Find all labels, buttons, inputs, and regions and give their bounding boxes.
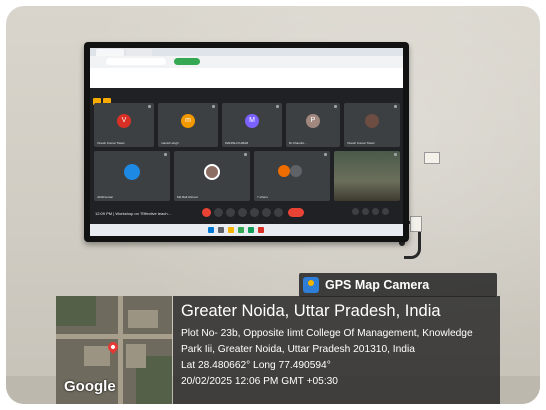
- address-line-2: Park Iii, Greater Noida, Uttar Pradesh 2…: [181, 344, 415, 355]
- participant-name: MANISH KUMAR: [225, 141, 249, 145]
- location-stamp: Google Greater Noida, Uttar Pradesh, Ind…: [56, 296, 502, 404]
- url-chip: [174, 58, 200, 65]
- datetime: 20/02/2025 12:06 PM GMT +05:30: [181, 376, 338, 387]
- pin-icon: [394, 153, 397, 156]
- participant-tile: Vinesh Kumar Tiwari: [344, 103, 400, 147]
- people-icon: [362, 208, 369, 215]
- pin-icon: [148, 105, 151, 108]
- map-building: [128, 310, 158, 328]
- start-icon: [208, 227, 214, 233]
- activities-icon: [382, 208, 389, 215]
- map-road: [118, 296, 123, 404]
- wall-socket-lower: [410, 216, 422, 232]
- browser-tab: [96, 49, 124, 56]
- page-banner: [90, 68, 403, 88]
- info-icon: [352, 208, 359, 215]
- badge-label: GPS Map Camera: [325, 278, 430, 292]
- more-options-icon: [274, 208, 283, 217]
- participant-name: Dr.Chandni...: [289, 141, 307, 145]
- participant-name: Vinesh Kumar Tiwari: [97, 141, 125, 145]
- meeting-info: 12:09 PM | Workshop on "Effective teach.…: [95, 211, 171, 216]
- participant-avatar: V: [117, 114, 131, 128]
- chrome-icon: [238, 227, 244, 233]
- participant-name: manish singh: [161, 141, 179, 145]
- address-bar: [106, 58, 166, 65]
- pin-icon: [394, 105, 397, 108]
- pin-icon: [324, 153, 327, 156]
- participant-tile: 7 others: [254, 151, 330, 201]
- pin-icon: [164, 153, 167, 156]
- tv-screen: V Vinesh Kumar Tiwari m manish singh M M…: [90, 48, 403, 236]
- browser-tab: [126, 49, 152, 56]
- participant-avatar: P: [306, 114, 320, 128]
- location-info-box: Greater Noida, Uttar Pradesh, India Plot…: [173, 296, 500, 404]
- gps-camera-badge: GPS Map Camera: [299, 273, 497, 297]
- participant-video-classroom: [334, 151, 400, 201]
- folder-icon: [228, 227, 234, 233]
- chat-icon: [372, 208, 379, 215]
- pin-icon: [334, 105, 337, 108]
- participant-avatar: M: [245, 114, 259, 128]
- wall-socket: [424, 152, 440, 164]
- captions-icon: [226, 208, 235, 217]
- address-line-1: Plot No- 23b, Opposite Iimt College Of M…: [181, 328, 473, 339]
- end-call-icon: [288, 208, 304, 217]
- map-road: [56, 334, 172, 339]
- satellite-map-thumbnail: Google: [56, 296, 172, 404]
- camera-icon: [214, 208, 223, 217]
- participant-avatar: [278, 165, 290, 177]
- participant-tile: M MANISH KUMAR: [222, 103, 282, 147]
- participant-photo: [204, 164, 220, 180]
- coordinates: Lat 28.480662° Long 77.490594°: [181, 360, 331, 371]
- participant-name: 7 others: [257, 195, 268, 199]
- present-icon: [250, 208, 259, 217]
- map-building: [84, 346, 110, 366]
- participant-tile: nikhil kumar: [94, 151, 170, 201]
- map-logo: Google: [64, 378, 116, 395]
- participant-tile: P Dr.Chandni...: [286, 103, 340, 147]
- raise-hand-icon: [262, 208, 271, 217]
- map-area: [56, 296, 96, 326]
- participant-tile: V Vinesh Kumar Tiwari: [94, 103, 154, 147]
- participant-avatar: [290, 165, 302, 177]
- pin-icon: [276, 105, 279, 108]
- participant-name: nikhil kumar: [97, 195, 114, 199]
- location-title: Greater Noida, Uttar Pradesh, India: [181, 302, 441, 320]
- map-building: [126, 344, 146, 368]
- mic-off-icon: [202, 208, 211, 217]
- app-icon: [248, 227, 254, 233]
- pin-icon: [244, 153, 247, 156]
- search-icon: [218, 227, 224, 233]
- participant-name: Vinesh Kumar Tiwari: [347, 141, 375, 145]
- participant-tile: Md Rafi Ahmad: [174, 151, 250, 201]
- map-camera-icon: [303, 277, 319, 293]
- participant-name: Md Rafi Ahmad: [177, 195, 198, 199]
- browser-tab-bar: [90, 48, 403, 56]
- pin-icon: [212, 105, 215, 108]
- windows-taskbar: [90, 224, 403, 236]
- participant-avatar: [124, 164, 140, 180]
- participant-photo: [365, 114, 379, 128]
- television: V Vinesh Kumar Tiwari m manish singh M M…: [84, 42, 409, 242]
- emoji-icon: [238, 208, 247, 217]
- participant-avatar: m: [181, 114, 195, 128]
- app-icon: [258, 227, 264, 233]
- participant-tile: m manish singh: [158, 103, 218, 147]
